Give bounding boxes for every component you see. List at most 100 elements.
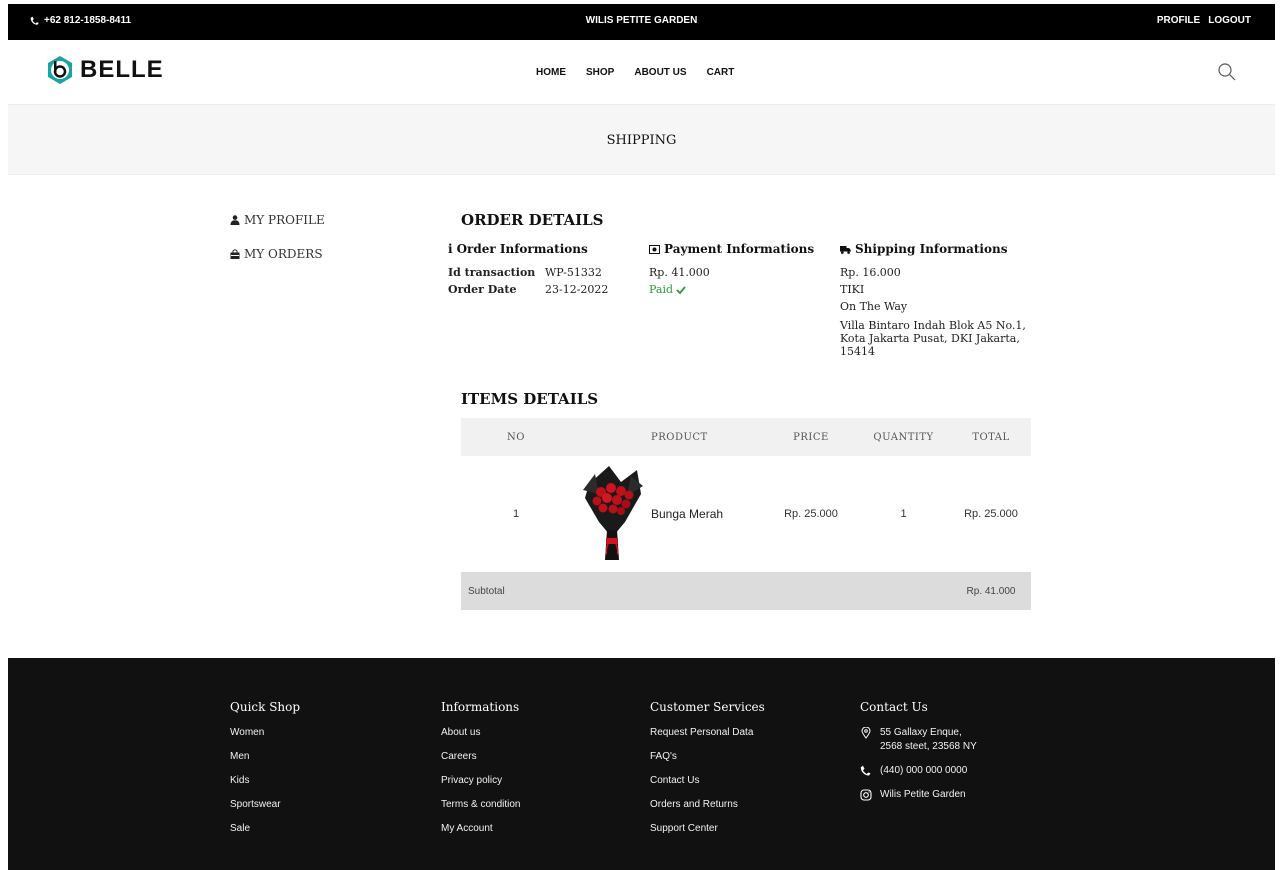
truck-icon: [840, 245, 851, 254]
order-info-title-text: Order Informations: [456, 242, 588, 256]
payment-info-title-text: Payment Informations: [664, 242, 815, 256]
order-details-heading: ORDER DETAILS: [461, 211, 604, 229]
nav-shop[interactable]: SHOP: [586, 67, 614, 78]
footer-link-privacy-policy[interactable]: Privacy policy: [441, 774, 520, 798]
shipping-address: Villa Bintaro Indah Blok A5 No.1, Kota J…: [840, 319, 1026, 358]
footer-customer-services: Customer Services Request Personal Data …: [650, 700, 765, 846]
shipping-cost: Rp. 16.000: [840, 266, 901, 279]
user-icon: [230, 215, 240, 225]
account-links: PROFILE LOGOUT: [1157, 15, 1251, 26]
footer-link-sale[interactable]: Sale: [230, 822, 300, 846]
contact-phone-number[interactable]: (440) 000 000 0000: [880, 764, 967, 778]
column-header-no: NO: [507, 431, 525, 443]
footer-link-contact-us[interactable]: Contact Us: [650, 774, 765, 798]
payment-info-title: Payment Informations: [649, 242, 839, 256]
footer-link-my-account[interactable]: My Account: [441, 822, 520, 846]
column-header-price: PRICE: [793, 431, 829, 443]
location-pin-icon: [861, 727, 871, 739]
check-icon: [676, 285, 686, 294]
footer-contact-us: Contact Us 55 Gallaxy Enque, 2568 steet,…: [860, 700, 977, 812]
payment-status-text: Paid: [649, 283, 674, 296]
order-date-label: Order Date: [448, 283, 517, 296]
subtotal-row: Subtotal Rp. 41.000: [461, 572, 1031, 610]
transaction-id-row: Id transaction WP-51332: [448, 264, 638, 281]
row-no: 1: [512, 508, 520, 520]
shipping-status: On The Way: [840, 300, 908, 313]
shipping-info-title-text: Shipping Informations: [855, 242, 1008, 256]
footer-heading: Informations: [441, 700, 520, 714]
payment-info-section: Payment Informations Rp. 41.000 Paid: [649, 242, 839, 298]
logo[interactable]: BELLE: [44, 54, 164, 86]
main-nav: HOME SHOP ABOUT US CART: [536, 67, 734, 78]
column-header-quantity: QUANTITY: [873, 431, 934, 443]
contact-phone: (440) 000 000 0000: [860, 764, 977, 778]
shopping-bag-icon: [230, 249, 240, 259]
sidebar-item-my-orders[interactable]: MY ORDERS: [230, 246, 325, 262]
footer-informations: Informations About us Careers Privacy po…: [441, 700, 520, 846]
row-price: Rp. 25.000: [784, 508, 838, 520]
page-banner: SHIPPING: [8, 104, 1275, 175]
items-table: NO PRODUCT PRICE QUANTITY TOTAL 1 Bunga …: [461, 418, 1031, 610]
contact-address-line1: 55 Gallaxy Enque,: [880, 727, 962, 738]
table-row: 1 Bunga Merah Rp. 25.000 1 Rp. 25.000: [461, 456, 1031, 572]
footer-link-request-data[interactable]: Request Personal Data: [650, 726, 765, 750]
profile-link[interactable]: PROFILE: [1157, 15, 1200, 26]
instagram-icon: [860, 789, 872, 801]
nav-about-us[interactable]: ABOUT US: [634, 67, 686, 78]
sidebar-item-label: MY ORDERS: [244, 247, 323, 261]
subtotal-value: Rp. 41.000: [966, 585, 1016, 597]
shipping-courier: TIKI: [840, 283, 865, 296]
column-header-product: PRODUCT: [651, 431, 708, 443]
page: +62 812-1858-8411 WILIS PETITE GARDEN PR…: [8, 4, 1275, 870]
footer-link-men[interactable]: Men: [230, 750, 300, 774]
footer-link-terms[interactable]: Terms & condition: [441, 798, 520, 822]
search-icon[interactable]: [1217, 62, 1237, 82]
sidebar-item-label: MY PROFILE: [244, 213, 325, 227]
nav-home[interactable]: HOME: [536, 67, 566, 78]
transaction-id-value: WP-51332: [545, 266, 602, 279]
logo-icon: [48, 56, 72, 84]
shipping-info-section: Shipping Informations Rp. 16.000 TIKI On…: [840, 242, 1040, 358]
logo-text: BELLE: [80, 56, 164, 83]
money-icon: [649, 244, 660, 254]
footer-heading: Contact Us: [860, 700, 928, 714]
items-details-heading: ITEMS DETAILS: [461, 390, 599, 408]
order-date-value: 23-12-2022: [545, 283, 609, 296]
phone-icon: [860, 765, 871, 776]
sidebar-item-my-profile[interactable]: MY PROFILE: [230, 212, 325, 228]
footer-link-kids[interactable]: Kids: [230, 774, 300, 798]
contact-address-line2: 2568 steet, 23568 NY: [880, 741, 977, 752]
footer-heading: Quick Shop: [230, 700, 301, 714]
footer-link-support-center[interactable]: Support Center: [650, 822, 765, 846]
bouquet-product-image[interactable]: [581, 464, 645, 562]
nav-cart[interactable]: CART: [707, 67, 735, 78]
payment-amount: Rp. 41.000: [649, 266, 710, 279]
footer-link-women[interactable]: Women: [230, 726, 300, 750]
subtotal-label: Subtotal: [468, 585, 505, 597]
product-name[interactable]: Bunga Merah: [651, 507, 766, 521]
footer-link-careers[interactable]: Careers: [441, 750, 520, 774]
payment-status: Paid: [649, 281, 839, 298]
top-bar: +62 812-1858-8411 WILIS PETITE GARDEN PR…: [8, 4, 1275, 40]
contact-address: 55 Gallaxy Enque, 2568 steet, 23568 NY: [860, 726, 977, 754]
footer-link-about-us[interactable]: About us: [441, 726, 520, 750]
items-table-header: NO PRODUCT PRICE QUANTITY TOTAL: [461, 418, 1031, 456]
info-icon: i: [448, 242, 453, 256]
transaction-id-label: Id transaction: [448, 266, 536, 279]
order-info-section: i Order Informations Id transaction WP-5…: [448, 242, 638, 298]
site-footer: Quick Shop Women Men Kids Sportswear Sal…: [8, 658, 1275, 870]
footer-heading: Customer Services: [650, 700, 765, 714]
footer-link-sportswear[interactable]: Sportswear: [230, 798, 300, 822]
topbar-store-name: WILIS PETITE GARDEN: [585, 15, 698, 26]
contact-instagram-handle[interactable]: Wilis Petite Garden: [880, 788, 966, 802]
account-sidebar: MY PROFILE MY ORDERS: [230, 212, 325, 280]
footer-link-faqs[interactable]: FAQ's: [650, 750, 765, 774]
order-date-row: Order Date 23-12-2022: [448, 281, 638, 298]
shipping-info-title: Shipping Informations: [840, 242, 1040, 256]
row-quantity: 1: [900, 508, 907, 520]
row-total: Rp. 25.000: [964, 508, 1018, 520]
order-info-title: i Order Informations: [448, 242, 638, 256]
logout-link[interactable]: LOGOUT: [1208, 15, 1251, 26]
column-header-total: TOTAL: [972, 431, 1010, 443]
footer-link-orders-returns[interactable]: Orders and Returns: [650, 798, 765, 822]
